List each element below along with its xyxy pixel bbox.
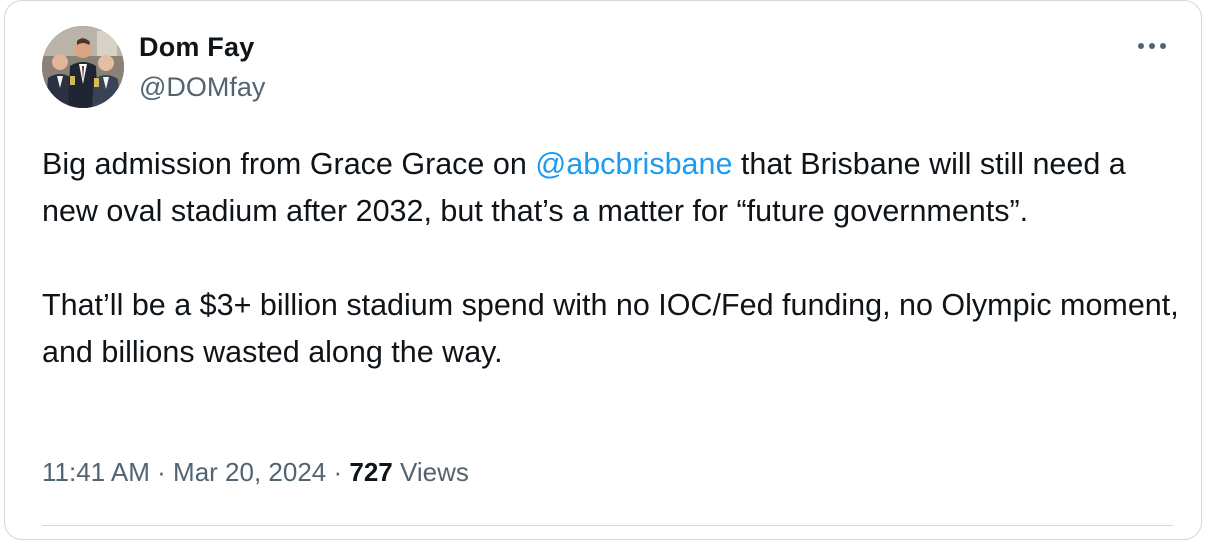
meta-separator: · (149, 457, 174, 487)
views-label: Views (392, 457, 469, 487)
tweet-date[interactable]: Mar 20, 2024 (173, 457, 326, 487)
avatar-photo (42, 26, 124, 108)
tweet-time[interactable]: 11:41 AM (42, 457, 150, 487)
tweet-meta: 11:41 AM · Mar 20, 2024 · 727 Views (42, 457, 469, 488)
text-before-mention: Big admission from Grace Grace on (42, 147, 536, 181)
tweet-card[interactable]: Dom Fay @DOMfay Big admission from Grace… (4, 0, 1202, 540)
mention-link[interactable]: @abcbrisbane (535, 147, 732, 181)
tweet-paragraph-2: That’ll be a $3+ billion stadium spend w… (42, 288, 1179, 369)
more-options-button[interactable] (1132, 31, 1172, 61)
divider (42, 525, 1173, 526)
tweet-text: Big admission from Grace Grace on @abcbr… (42, 141, 1182, 376)
avatar[interactable] (42, 26, 124, 108)
author-handle[interactable]: @DOMfay (139, 72, 265, 103)
tweet-paragraph-1: Big admission from Grace Grace on @abcbr… (42, 141, 1182, 235)
author-display-name[interactable]: Dom Fay (139, 32, 254, 63)
more-horizontal-icon (1138, 43, 1166, 49)
views-count: 727 (349, 457, 393, 487)
meta-separator: · (326, 457, 350, 487)
